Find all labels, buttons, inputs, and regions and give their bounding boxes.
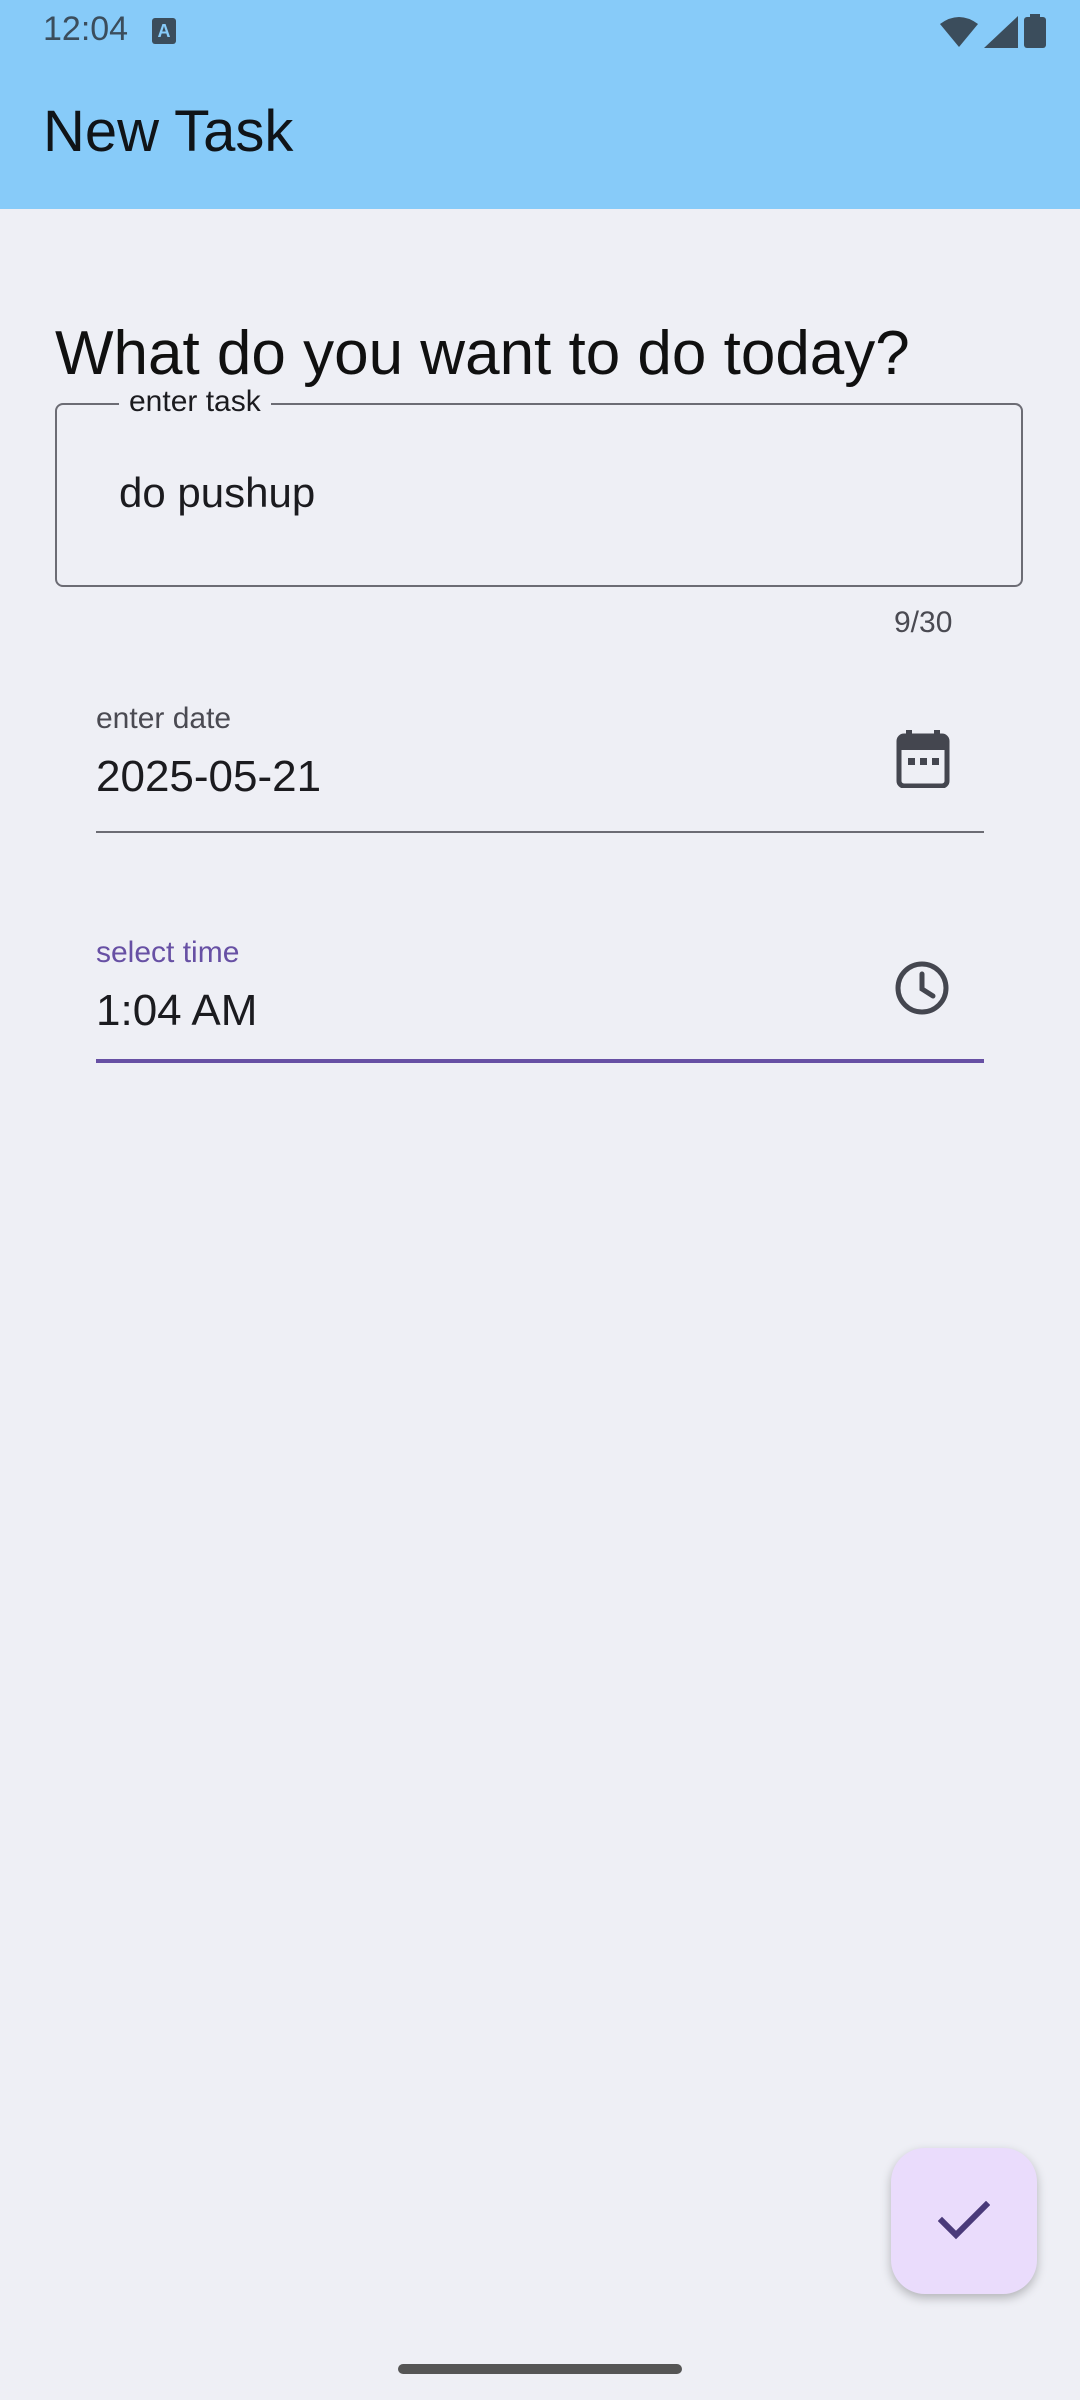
date-field-label: enter date — [96, 702, 232, 735]
task-input[interactable]: enter task do pushup — [55, 385, 1023, 587]
calendar-icon[interactable] — [896, 730, 950, 788]
task-input-label: enter task — [119, 385, 271, 419]
task-input-value[interactable]: do pushup — [119, 469, 315, 517]
home-indicator[interactable] — [398, 2364, 682, 2374]
date-field-underline — [96, 831, 984, 833]
cell-signal-icon — [984, 16, 1018, 48]
status-bar: 12:04 A — [0, 0, 1080, 62]
time-field-label: select time — [96, 936, 240, 969]
time-field[interactable]: select time 1:04 AM — [96, 930, 984, 1065]
page-heading: What do you want to do today? — [55, 319, 910, 388]
time-field-underline — [96, 1059, 984, 1063]
date-field[interactable]: enter date 2025-05-21 — [96, 700, 984, 835]
clock-icon[interactable] — [894, 960, 950, 1016]
notification-icon: A — [152, 18, 176, 44]
save-task-button[interactable] — [891, 2148, 1037, 2294]
battery-icon — [1024, 14, 1046, 48]
character-counter: 9/30 — [894, 606, 953, 639]
time-field-value[interactable]: 1:04 AM — [96, 986, 257, 1036]
status-icons — [940, 14, 1046, 48]
app-bar-title: New Task — [43, 99, 294, 164]
status-time: 12:04 — [43, 10, 129, 48]
wifi-icon — [940, 17, 978, 47]
app-bar: 12:04 A New Task — [0, 0, 1080, 209]
check-icon — [938, 2201, 990, 2240]
date-field-value[interactable]: 2025-05-21 — [96, 752, 321, 802]
